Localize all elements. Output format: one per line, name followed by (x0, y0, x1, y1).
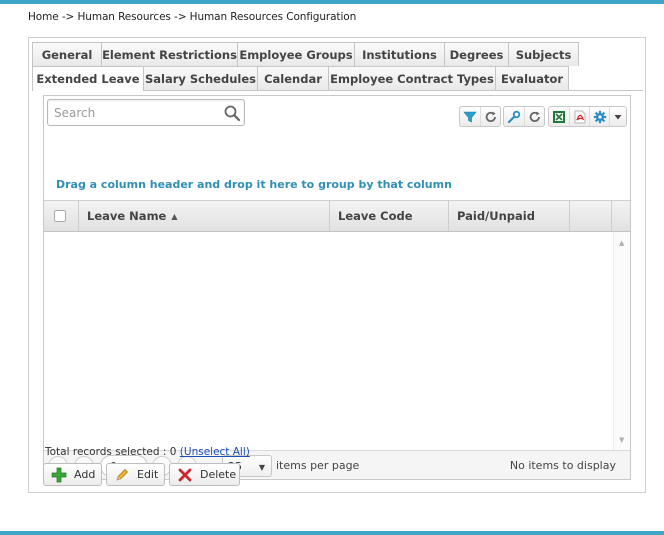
tab-employee-contract-types[interactable]: Employee Contract Types (328, 66, 496, 90)
extended-leave-grid: Drag a column header and drop it here to… (43, 95, 631, 480)
column-header-paid-unpaid[interactable]: Paid/Unpaid (449, 201, 570, 231)
grid-header-row: Leave Name ▲ Leave Code Paid/Unpaid (44, 200, 630, 232)
refresh-icon[interactable] (524, 107, 544, 126)
bottom-accent-bar (0, 531, 664, 535)
vertical-scrollbar[interactable]: ▲ ▼ (613, 232, 630, 450)
pdf-icon[interactable] (569, 107, 589, 126)
gear-icon[interactable] (589, 107, 609, 126)
page-size-caret-icon: ▼ (258, 463, 265, 472)
filter-toolbar-group (459, 106, 501, 127)
caret-down-icon[interactable] (609, 107, 625, 126)
pager-info: No items to display (509, 459, 616, 472)
plus-icon (48, 464, 70, 485)
delete-x-icon (174, 464, 196, 485)
select-all-checkbox[interactable] (54, 210, 66, 222)
sort-ascending-icon: ▲ (171, 211, 178, 221)
search-box (47, 99, 245, 126)
column-toolbar-group (503, 106, 545, 127)
tab-institutions[interactable]: Institutions (354, 42, 445, 66)
column-header-leave-code[interactable]: Leave Code (330, 201, 449, 231)
search-input[interactable] (48, 100, 218, 125)
delete-button-label: Delete (200, 468, 237, 481)
selected-records-info: Total records selected : 0 (Unselect All… (45, 446, 250, 458)
tab-employee-groups[interactable]: Employee Groups (237, 42, 355, 66)
scroll-up-icon[interactable]: ▲ (619, 239, 624, 247)
delete-button[interactable]: Delete (169, 463, 240, 486)
configuration-panel: General Element Restrictions Employee Gr… (28, 37, 646, 493)
tab-element-restrictions[interactable]: Element Restrictions (101, 42, 238, 66)
column-header-leave-name[interactable]: Leave Name ▲ (79, 201, 330, 231)
select-all-cell (44, 201, 79, 231)
grid-body: ▲ ▼ (44, 232, 630, 450)
refresh-icon[interactable] (480, 107, 500, 126)
tab-extended-leave[interactable]: Extended Leave (32, 66, 144, 91)
tab-subjects[interactable]: Subjects (508, 42, 579, 66)
tab-salary-schedules[interactable]: Salary Schedules (143, 66, 258, 90)
tab-degrees[interactable]: Degrees (444, 42, 509, 66)
edit-button-label: Edit (137, 468, 159, 481)
scroll-down-icon[interactable]: ▼ (619, 436, 624, 444)
tab-evaluator[interactable]: Evaluator (495, 66, 569, 90)
column-header-spacer (570, 201, 612, 231)
selected-records-text: Total records selected : 0 (45, 446, 177, 458)
wrench-icon[interactable] (504, 107, 524, 126)
filter-icon[interactable] (460, 107, 480, 126)
unselect-all-link[interactable]: (Unselect All) (180, 446, 250, 458)
tab-general[interactable]: General (32, 42, 102, 66)
top-accent-bar (0, 0, 664, 4)
add-button[interactable]: Add (43, 463, 102, 486)
tab-calendar[interactable]: Calendar (257, 66, 329, 90)
group-drop-hint[interactable]: Drag a column header and drop it here to… (56, 178, 452, 191)
pencil-icon (111, 464, 133, 485)
export-toolbar-group (548, 106, 627, 127)
search-icon[interactable] (223, 104, 241, 122)
add-button-label: Add (74, 468, 96, 481)
column-title-leave-name: Leave Name (87, 209, 167, 223)
excel-icon[interactable] (549, 107, 569, 126)
items-per-page-label: items per page (276, 459, 360, 472)
edit-button[interactable]: Edit (106, 463, 165, 486)
breadcrumb: Home -> Human Resources -> Human Resourc… (28, 11, 357, 23)
